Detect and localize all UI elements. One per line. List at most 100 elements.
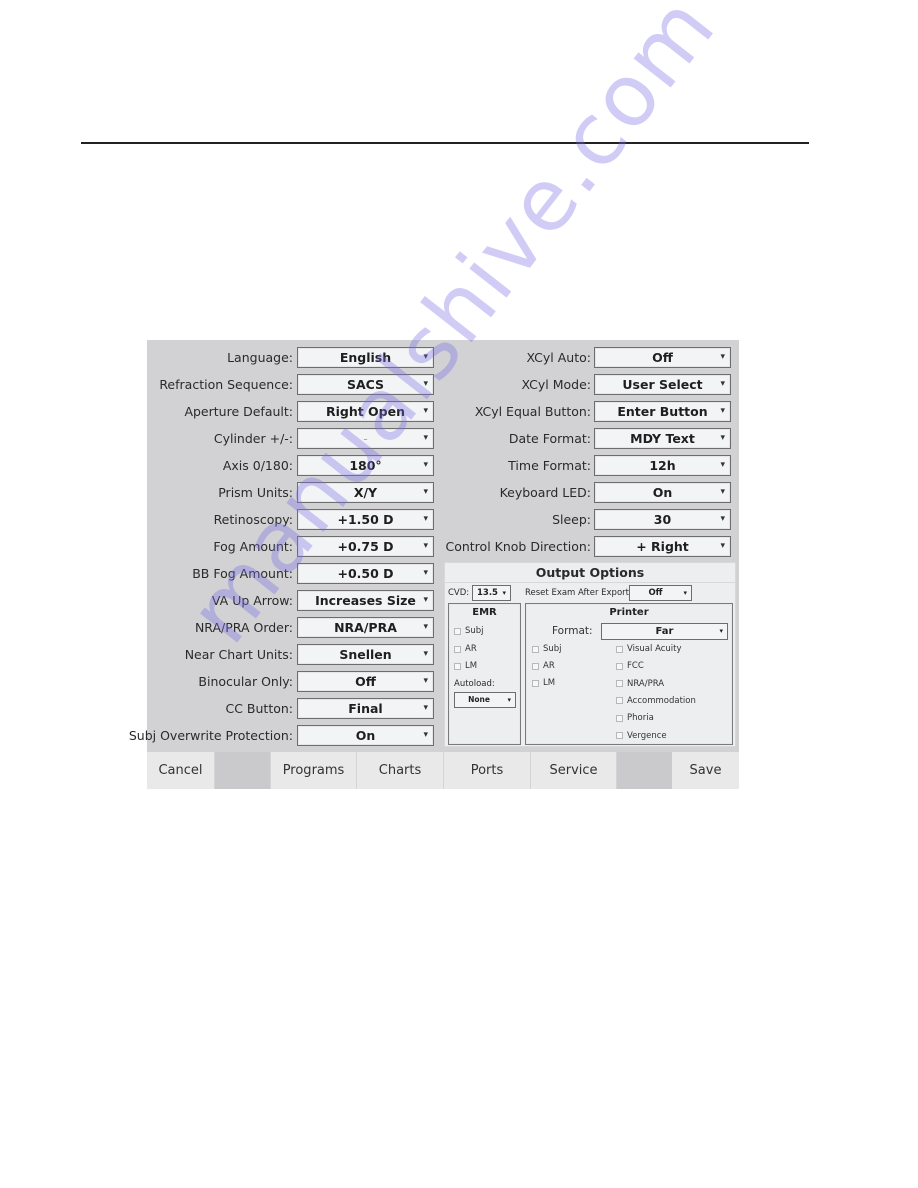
printer-checkbox[interactable]: Visual Acuity [616, 644, 682, 654]
printer-checkbox[interactable]: Accommodation [616, 696, 696, 706]
left-setting-dropdown[interactable]: +0.75 D ▾ [297, 536, 434, 557]
chevron-down-icon: ▾ [507, 696, 511, 704]
printer-checkbox[interactable]: AR [532, 661, 555, 671]
checkbox-label: Subj [543, 644, 562, 654]
programs-button[interactable]: Programs [270, 752, 357, 789]
cvd-label: CVD: [448, 588, 470, 598]
chevron-down-icon: ▾ [720, 433, 725, 443]
left-setting-dropdown[interactable]: English ▾ [297, 347, 434, 368]
right-setting-value: User Select [622, 377, 703, 392]
chevron-down-icon: ▾ [423, 730, 428, 740]
cvd-dropdown[interactable]: 13.5 ▾ [472, 585, 511, 601]
left-setting-value: Final [348, 701, 383, 716]
left-setting-dropdown[interactable]: +0.50 D ▾ [297, 563, 434, 584]
left-setting-dropdown[interactable]: +1.50 D ▾ [297, 509, 434, 530]
left-setting-value: +0.75 D [337, 539, 394, 554]
right-setting-label: Keyboard LED: [499, 485, 591, 500]
left-setting-label: VA Up Arrow: [211, 593, 293, 608]
reset-exam-dropdown[interactable]: Off ▾ [629, 585, 692, 601]
printer-checkbox[interactable]: Subj [532, 644, 562, 654]
printer-format-value: Far [655, 626, 674, 637]
cancel-button[interactable]: Cancel [147, 752, 215, 789]
autoload-value: None [468, 695, 490, 704]
printer-checkbox[interactable]: LM [532, 678, 555, 688]
button-bar-spacer [215, 752, 270, 789]
left-setting-dropdown[interactable]: 180° ▾ [297, 455, 434, 476]
chevron-down-icon: ▾ [720, 460, 725, 470]
emr-checkbox-lm[interactable]: LM [454, 661, 477, 671]
charts-button[interactable]: Charts [357, 752, 444, 789]
left-setting-value: SACS [346, 377, 385, 392]
printer-format-dropdown[interactable]: Far ▾ [601, 623, 728, 640]
right-setting-dropdown[interactable]: 30 ▾ [594, 509, 731, 530]
right-setting-dropdown[interactable]: On ▾ [594, 482, 731, 503]
left-setting-value: Snellen [339, 647, 392, 662]
left-setting-value: - [363, 431, 368, 446]
left-setting-label: BB Fog Amount: [192, 566, 293, 581]
chevron-down-icon: ▾ [423, 514, 428, 524]
chevron-down-icon: ▾ [720, 352, 725, 362]
chevron-down-icon: ▾ [720, 406, 725, 416]
emr-checkbox-ar[interactable]: AR [454, 644, 477, 654]
left-setting-dropdown[interactable]: X/Y ▾ [297, 482, 434, 503]
autoload-dropdown[interactable]: None ▾ [454, 692, 516, 708]
right-setting-dropdown[interactable]: Enter Button ▾ [594, 401, 731, 422]
emr-checkbox-subj[interactable]: Subj [454, 626, 484, 636]
left-setting-dropdown[interactable]: Right Open ▾ [297, 401, 434, 422]
right-setting-value: + Right [636, 539, 689, 554]
left-setting-dropdown[interactable]: Increases Size ▾ [297, 590, 434, 611]
chevron-down-icon: ▾ [423, 352, 428, 362]
checkbox-label: LM [543, 678, 556, 688]
checkbox-icon [616, 697, 623, 705]
left-setting-value: X/Y [353, 485, 378, 500]
checkbox-icon [532, 645, 539, 653]
left-setting-value: +0.50 D [337, 566, 394, 581]
left-setting-value: NRA/PRA [334, 620, 397, 635]
right-setting-value: 30 [653, 512, 672, 527]
printer-title: Printer [609, 607, 649, 618]
checkbox-label: FCC [627, 661, 644, 672]
left-setting-label: Cylinder +/-: [213, 431, 293, 446]
left-setting-dropdown[interactable]: Off ▾ [297, 671, 434, 692]
printer-group: Printer Format: Far ▾ Subj AR LM Visual Ac… [525, 603, 733, 745]
left-setting-dropdown[interactable]: Snellen ▾ [297, 644, 434, 665]
left-setting-value: Right Open [325, 404, 406, 419]
right-setting-dropdown[interactable]: User Select ▾ [594, 374, 731, 395]
checkbox-icon [532, 679, 539, 687]
chevron-down-icon: ▾ [720, 541, 725, 551]
cvd-value: 13.5 [477, 588, 498, 598]
left-setting-dropdown[interactable]: Final ▾ [297, 698, 434, 719]
checkbox-label: Visual Acuity [627, 644, 682, 654]
printer-checkbox[interactable]: FCC [616, 661, 644, 671]
checkbox-icon [454, 627, 461, 635]
right-setting-label: XCyl Auto: [526, 350, 591, 365]
service-button[interactable]: Service [531, 752, 617, 789]
chevron-down-icon: ▾ [720, 487, 725, 497]
chevron-down-icon: ▾ [720, 514, 725, 524]
save-button[interactable]: Save [672, 752, 739, 789]
right-setting-value: On [652, 485, 673, 500]
left-setting-dropdown[interactable]: NRA/PRA ▾ [297, 617, 434, 638]
right-setting-dropdown[interactable]: + Right ▾ [594, 536, 731, 557]
right-setting-label: XCyl Mode: [521, 377, 592, 392]
printer-checkbox[interactable]: Vergence [616, 731, 667, 741]
ports-button[interactable]: Ports [444, 752, 531, 789]
printer-checkbox[interactable]: Phoria [616, 713, 654, 723]
right-setting-dropdown[interactable]: Off ▾ [594, 347, 731, 368]
right-setting-value: 12h [649, 458, 676, 473]
checkbox-label: AR [465, 644, 477, 654]
left-setting-dropdown[interactable]: - ▾ [297, 428, 434, 449]
left-setting-dropdown[interactable]: SACS ▾ [297, 374, 434, 395]
printer-checkbox[interactable]: NRA/PRA [616, 679, 664, 689]
checkbox-icon [616, 662, 623, 670]
left-setting-value: Increases Size [315, 593, 416, 608]
checkbox-label: Vergence [627, 730, 667, 741]
checkbox-label: Accommodation [627, 695, 696, 706]
chevron-down-icon: ▾ [423, 649, 428, 659]
chevron-down-icon: ▾ [423, 595, 428, 605]
left-setting-dropdown[interactable]: On ▾ [297, 725, 434, 746]
right-setting-dropdown[interactable]: 12h ▾ [594, 455, 731, 476]
checkbox-label: Subj [465, 626, 484, 636]
right-setting-dropdown[interactable]: MDY Text ▾ [594, 428, 731, 449]
chevron-down-icon: ▾ [683, 589, 687, 597]
